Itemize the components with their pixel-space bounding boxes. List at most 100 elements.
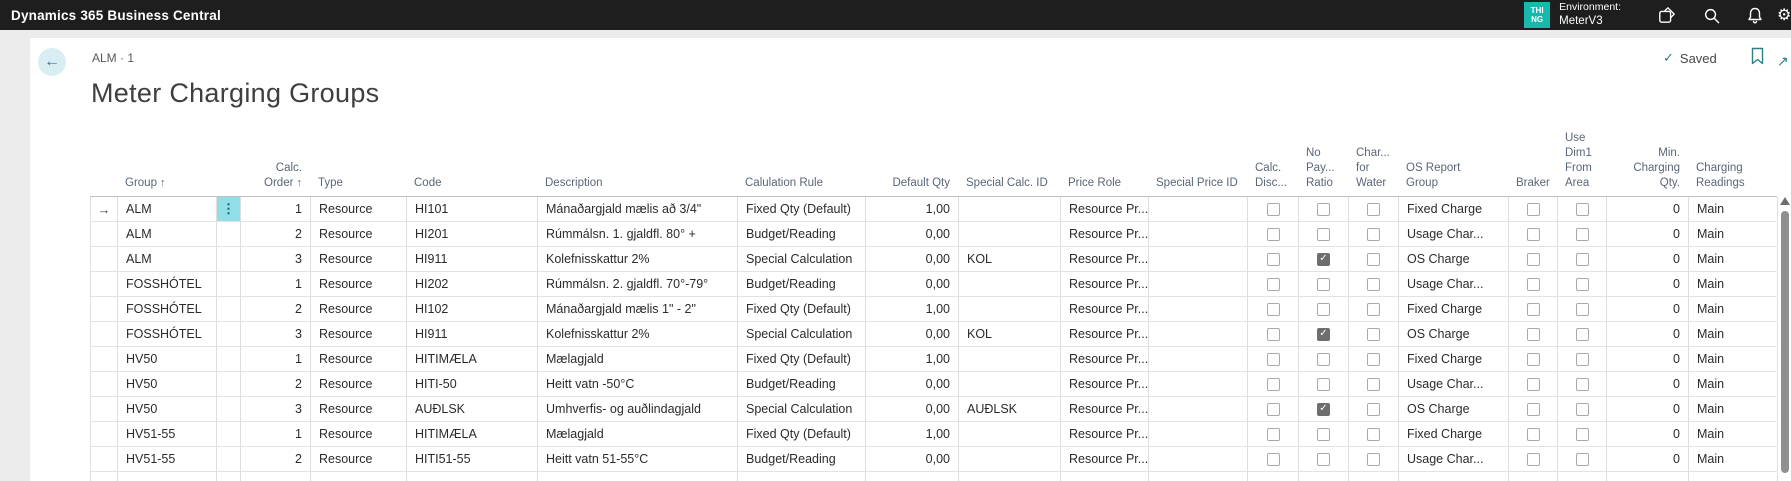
- cell-no_pay_ratio[interactable]: [1299, 347, 1349, 371]
- cell-default_qty[interactable]: 0,00: [866, 447, 959, 471]
- col-header-calc_order[interactable]: Calc. Order ↑: [240, 161, 310, 196]
- selected-row-arrow-icon[interactable]: →: [91, 197, 118, 221]
- cell-code[interactable]: HI911: [407, 247, 538, 271]
- checkbox-braker[interactable]: [1527, 378, 1540, 391]
- cell-group[interactable]: HV51-55: [118, 447, 217, 471]
- cell-special_price_id[interactable]: [1149, 197, 1248, 221]
- cell-char_for_water[interactable]: [1349, 272, 1399, 296]
- cell-braker[interactable]: [1509, 247, 1558, 271]
- cell-char_for_water[interactable]: [1349, 397, 1399, 421]
- vertical-scrollbar[interactable]: [1780, 197, 1790, 481]
- cell-calc_order[interactable]: 3: [241, 397, 311, 421]
- cell-char_for_water[interactable]: [1349, 322, 1399, 346]
- cell-special_price_id[interactable]: [1149, 222, 1248, 246]
- search-icon[interactable]: [1689, 0, 1733, 30]
- cell-calc_disc[interactable]: [1248, 272, 1299, 296]
- cell-description[interactable]: Umhverfis- og auðlindagjald: [538, 397, 738, 421]
- cell-row_menu[interactable]: [217, 347, 241, 371]
- cell-calculation_rule[interactable]: Special Calculation: [738, 247, 866, 271]
- cell-min_charging_qty[interactable]: 0: [1607, 197, 1689, 221]
- col-header-type[interactable]: Type: [310, 176, 406, 196]
- cell-special_calc_id[interactable]: [959, 372, 1061, 396]
- cell-selector[interactable]: [91, 397, 118, 421]
- cell-row_menu[interactable]: [217, 372, 241, 396]
- cell-charging_readings[interactable]: Main: [1689, 447, 1778, 471]
- checkbox-calc_disc[interactable]: [1267, 378, 1280, 391]
- cell-special_calc_id[interactable]: [959, 197, 1061, 221]
- checkbox-braker[interactable]: [1527, 428, 1540, 441]
- cell-special_calc_id[interactable]: KOL: [959, 322, 1061, 346]
- cell-calculation_rule[interactable]: Budget/Reading: [738, 272, 866, 296]
- cell-price_role[interactable]: Resource Pr...: [1061, 322, 1149, 346]
- cell-code[interactable]: HI102: [407, 297, 538, 321]
- tenant-badge[interactable]: THI NG: [1524, 2, 1550, 28]
- col-header-calc_disc[interactable]: Calc. Disc...: [1247, 161, 1298, 196]
- cell-group[interactable]: HV50: [118, 397, 217, 421]
- cell-code[interactable]: HI201: [407, 222, 538, 246]
- cell-code[interactable]: HITIMÆLA: [407, 422, 538, 446]
- checkbox-use_dim1_from_area[interactable]: [1576, 403, 1589, 416]
- cell-no_pay_ratio[interactable]: [1299, 422, 1349, 446]
- cell-use_dim1_from_area[interactable]: [1558, 297, 1607, 321]
- col-header-description[interactable]: Description: [537, 176, 737, 196]
- cell-min_charging_qty[interactable]: 0: [1607, 372, 1689, 396]
- checkbox-use_dim1_from_area[interactable]: [1576, 228, 1589, 241]
- cell-type[interactable]: Resource: [311, 222, 407, 246]
- checkbox-use_dim1_from_area[interactable]: [1576, 328, 1589, 341]
- checkbox-braker[interactable]: [1527, 203, 1540, 216]
- cell-type[interactable]: Resource: [311, 347, 407, 371]
- cell-selector[interactable]: [91, 372, 118, 396]
- cell-braker[interactable]: [1509, 222, 1558, 246]
- cell-code[interactable]: AUÐLSK: [407, 397, 538, 421]
- cell-braker[interactable]: [1509, 372, 1558, 396]
- cell-description[interactable]: Mælagjald: [538, 347, 738, 371]
- cell-calc_disc[interactable]: [1248, 447, 1299, 471]
- col-header-selector[interactable]: [90, 191, 117, 196]
- cell-min_charging_qty[interactable]: 0: [1607, 422, 1689, 446]
- checkbox-no_pay_ratio[interactable]: [1317, 428, 1330, 441]
- breadcrumb[interactable]: ALM · 1: [92, 51, 134, 65]
- cell-selector[interactable]: [91, 422, 118, 446]
- checkbox-no_pay_ratio[interactable]: [1317, 303, 1330, 316]
- checkbox-use_dim1_from_area[interactable]: [1576, 428, 1589, 441]
- checkbox-calc_disc[interactable]: [1267, 278, 1280, 291]
- checkbox-char_for_water[interactable]: [1367, 453, 1380, 466]
- cell-braker[interactable]: [1509, 447, 1558, 471]
- cell-default_qty[interactable]: 0,00: [866, 397, 959, 421]
- cell-price_role[interactable]: Resource Pr...: [1061, 372, 1149, 396]
- cell-no_pay_ratio[interactable]: [1299, 297, 1349, 321]
- cell-calc_disc[interactable]: [1248, 347, 1299, 371]
- cell-use_dim1_from_area[interactable]: [1558, 197, 1607, 221]
- checkbox-no_pay_ratio[interactable]: ✓: [1317, 253, 1330, 266]
- cell-special_calc_id[interactable]: [959, 447, 1061, 471]
- cell-description[interactable]: Heitt vatn -50°C: [538, 372, 738, 396]
- cell-type[interactable]: Resource: [311, 372, 407, 396]
- col-header-row_menu[interactable]: [216, 191, 240, 196]
- cell-group[interactable]: ALM: [118, 197, 217, 221]
- col-header-code[interactable]: Code: [406, 176, 537, 196]
- cell-special_calc_id[interactable]: KOL: [959, 247, 1061, 271]
- cell-type[interactable]: Resource: [311, 272, 407, 296]
- cell-min_charging_qty[interactable]: 0: [1607, 222, 1689, 246]
- cell-char_for_water[interactable]: [1349, 422, 1399, 446]
- cell-calc_disc[interactable]: [1248, 322, 1299, 346]
- checkbox-no_pay_ratio[interactable]: ✓: [1317, 328, 1330, 341]
- cell-special_calc_id[interactable]: AUÐLSK: [959, 397, 1061, 421]
- cell-use_dim1_from_area[interactable]: [1558, 247, 1607, 271]
- cell-price_role[interactable]: Resource Pr...: [1061, 247, 1149, 271]
- cell-description[interactable]: Mánaðargjald mælis 1" - 2": [538, 297, 738, 321]
- cell-use_dim1_from_area[interactable]: [1558, 372, 1607, 396]
- checkbox-char_for_water[interactable]: [1367, 403, 1380, 416]
- checkbox-braker[interactable]: [1527, 403, 1540, 416]
- cell-calculation_rule[interactable]: Budget/Reading: [738, 222, 866, 246]
- checkbox-braker[interactable]: [1527, 303, 1540, 316]
- cell-default_qty[interactable]: 1,00: [866, 297, 959, 321]
- cell-charging_readings[interactable]: Main: [1689, 422, 1778, 446]
- checkbox-calc_disc[interactable]: [1267, 453, 1280, 466]
- checkbox-braker[interactable]: [1527, 278, 1540, 291]
- checkbox-calc_disc[interactable]: [1267, 203, 1280, 216]
- cell-charging_readings[interactable]: Main: [1689, 272, 1778, 296]
- cell-calc_disc[interactable]: [1248, 297, 1299, 321]
- col-header-special_calc_id[interactable]: Special Calc. ID: [958, 176, 1060, 196]
- checkbox-braker[interactable]: [1527, 328, 1540, 341]
